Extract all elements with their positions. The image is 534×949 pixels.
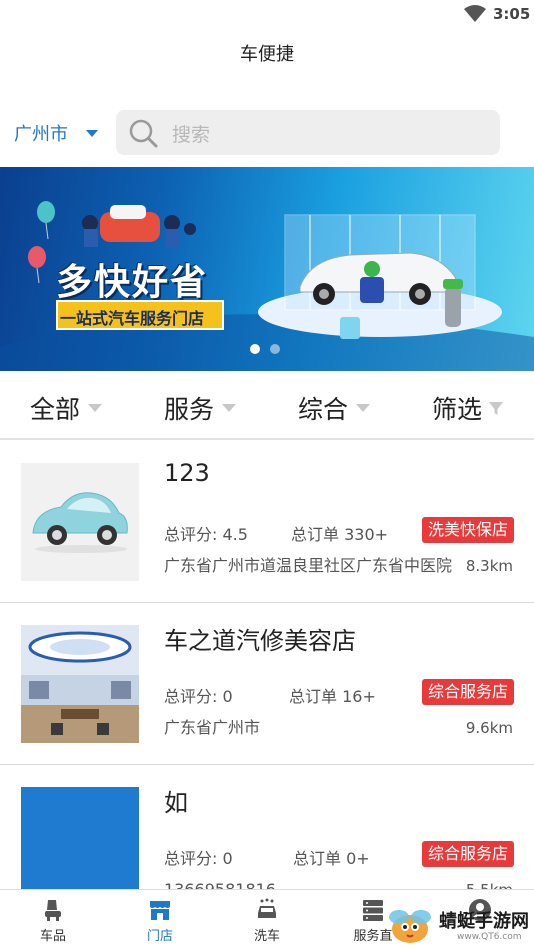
shop-orders: 总订单 0+ (293, 849, 370, 868)
shop-thumbnail (21, 463, 139, 581)
showroom-photo (21, 625, 139, 743)
shop-address: 广东省广州市道温良里社区广东省中医院 (164, 556, 453, 575)
car-wash-icon (258, 898, 276, 918)
city-selector[interactable]: 广州市 (14, 116, 98, 150)
tab-store[interactable]: 门店 (130, 898, 190, 944)
promo-banner[interactable]: 多快好省 一站式汽车服务门店 (0, 167, 534, 371)
search-placeholder: 搜索 (172, 124, 211, 146)
tab-car-wash[interactable]: 洗车 (237, 898, 297, 944)
caret-down-icon (222, 404, 237, 412)
search-input[interactable]: 搜索 (116, 110, 500, 155)
title-bar: 车便捷 (0, 30, 534, 74)
shop-list-item[interactable]: 123 总评分: 4.5 总订单 330+ 洗美快保店 广东省广州市道温良里社区… (0, 441, 534, 603)
shop-name: 如 (164, 789, 188, 817)
car-illustration (32, 492, 128, 553)
status-time: 3:05 (493, 5, 531, 23)
search-icon (129, 119, 158, 148)
banner-tagline: 一站式汽车服务门店 (60, 309, 205, 328)
banner-headline: 多快好省 (56, 262, 209, 303)
shop-name: 123 (164, 459, 210, 487)
filter-bar: 全部 服务 综合 筛选 (0, 372, 534, 440)
caret-down-icon (86, 129, 98, 137)
shop-orders: 总订单 330+ (291, 525, 389, 544)
shop-orders: 总订单 16+ (289, 687, 376, 706)
service-team-illustration (82, 205, 196, 247)
caret-down-icon (356, 404, 371, 412)
filter-service[interactable]: 服务 (164, 390, 237, 426)
tab-label: 洗车 (253, 929, 280, 944)
tab-car-products[interactable]: 车品 (23, 898, 83, 944)
shop-distance: 8.3km (465, 557, 513, 575)
shop-rating: 总评分: 0 (164, 687, 233, 706)
store-icon (150, 901, 170, 920)
funnel-icon (489, 402, 504, 415)
shop-type-badge: 洗美快保店 (422, 517, 515, 543)
filter-label: 全部 (30, 395, 81, 424)
shop-name: 车之道汽修美容店 (164, 627, 356, 655)
filter-label: 筛选 (432, 395, 483, 424)
car-seat-icon (45, 900, 61, 921)
watermark-url: www.QT6.com (457, 932, 522, 942)
shop-thumbnail (21, 625, 139, 743)
shop-rating: 总评分: 4.5 (164, 525, 248, 544)
server-icon (363, 900, 383, 921)
wifi-icon (464, 5, 486, 22)
status-bar: 3:05 (0, 0, 534, 30)
pagination-dot[interactable] (270, 344, 280, 354)
filter-all[interactable]: 全部 (30, 390, 103, 426)
dragonfly-logo-icon (389, 910, 431, 943)
shop-rating: 总评分: 0 (164, 849, 233, 868)
watermark-text: 蜻蜓手游网 (439, 911, 529, 932)
tab-label: 车品 (39, 929, 66, 944)
filter-comprehensive[interactable]: 综合 (298, 390, 371, 426)
page-title: 车便捷 (240, 44, 294, 65)
tab-label: 门店 (146, 929, 173, 944)
shop-address: 广东省广州市 (164, 718, 261, 737)
city-label: 广州市 (14, 124, 68, 145)
banner-pagination (250, 344, 280, 354)
filter-screen[interactable]: 筛选 (432, 390, 504, 426)
filter-label: 服务 (164, 395, 215, 424)
shop-type-badge: 综合服务店 (422, 679, 515, 705)
shop-distance: 9.6km (465, 719, 513, 737)
balloon-icon (37, 201, 55, 240)
pagination-dot-active[interactable] (250, 344, 260, 354)
car-wash-scene (258, 214, 502, 339)
filter-label: 综合 (298, 395, 349, 424)
shop-type-badge: 综合服务店 (422, 841, 515, 867)
caret-down-icon (88, 404, 103, 412)
site-watermark: 蜻蜓手游网 www.QT6.com (385, 905, 534, 949)
shop-list-item[interactable]: 车之道汽修美容店 总评分: 0 总订单 16+ 综合服务店 广东省广州市 9.6… (0, 603, 534, 765)
